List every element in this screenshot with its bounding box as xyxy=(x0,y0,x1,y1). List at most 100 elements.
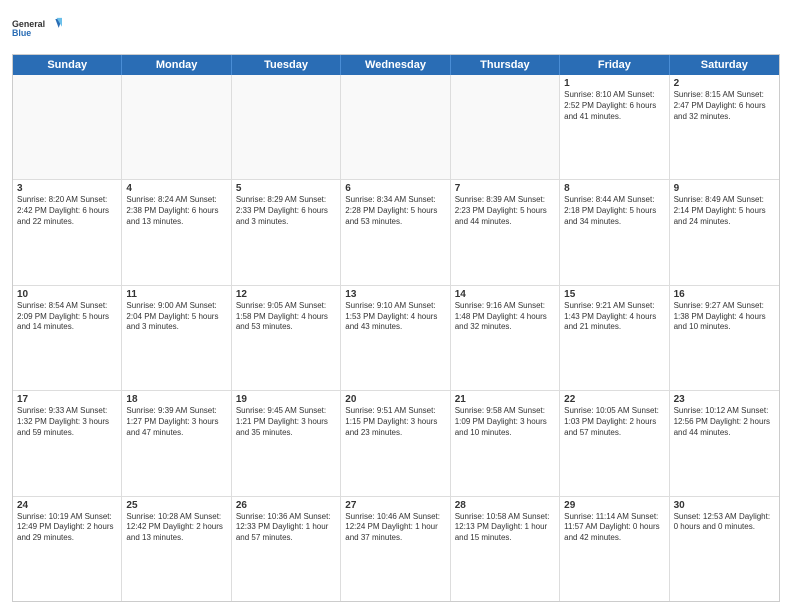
calendar-row-2: 3Sunrise: 8:20 AM Sunset: 2:42 PM Daylig… xyxy=(13,180,779,285)
calendar-cell-2-5: 7Sunrise: 8:39 AM Sunset: 2:23 PM Daylig… xyxy=(451,180,560,284)
calendar-row-1: 1Sunrise: 8:10 AM Sunset: 2:52 PM Daylig… xyxy=(13,75,779,180)
calendar-cell-4-6: 22Sunrise: 10:05 AM Sunset: 1:03 PM Dayl… xyxy=(560,391,669,495)
day-number: 1 xyxy=(564,78,664,89)
day-number: 10 xyxy=(17,289,117,300)
calendar-cell-2-4: 6Sunrise: 8:34 AM Sunset: 2:28 PM Daylig… xyxy=(341,180,450,284)
day-number: 11 xyxy=(126,289,226,300)
calendar-cell-3-1: 10Sunrise: 8:54 AM Sunset: 2:09 PM Dayli… xyxy=(13,286,122,390)
svg-text:General: General xyxy=(12,19,45,29)
day-detail: Sunrise: 10:19 AM Sunset: 12:49 PM Dayli… xyxy=(17,512,117,544)
header-day-monday: Monday xyxy=(122,55,231,75)
calendar-row-5: 24Sunrise: 10:19 AM Sunset: 12:49 PM Day… xyxy=(13,497,779,601)
day-detail: Sunrise: 11:14 AM Sunset: 11:57 AM Dayli… xyxy=(564,512,664,544)
day-detail: Sunrise: 9:51 AM Sunset: 1:15 PM Dayligh… xyxy=(345,406,445,438)
day-detail: Sunrise: 8:44 AM Sunset: 2:18 PM Dayligh… xyxy=(564,195,664,227)
calendar-cell-2-3: 5Sunrise: 8:29 AM Sunset: 2:33 PM Daylig… xyxy=(232,180,341,284)
header-day-sunday: Sunday xyxy=(13,55,122,75)
calendar-cell-3-7: 16Sunrise: 9:27 AM Sunset: 1:38 PM Dayli… xyxy=(670,286,779,390)
day-detail: Sunrise: 8:24 AM Sunset: 2:38 PM Dayligh… xyxy=(126,195,226,227)
calendar-cell-1-4 xyxy=(341,75,450,179)
calendar-cell-3-5: 14Sunrise: 9:16 AM Sunset: 1:48 PM Dayli… xyxy=(451,286,560,390)
calendar-cell-5-1: 24Sunrise: 10:19 AM Sunset: 12:49 PM Day… xyxy=(13,497,122,601)
day-number: 28 xyxy=(455,500,555,511)
calendar-cell-5-2: 25Sunrise: 10:28 AM Sunset: 12:42 PM Day… xyxy=(122,497,231,601)
header-day-tuesday: Tuesday xyxy=(232,55,341,75)
day-detail: Sunrise: 10:46 AM Sunset: 12:24 PM Dayli… xyxy=(345,512,445,544)
day-detail: Sunrise: 8:34 AM Sunset: 2:28 PM Dayligh… xyxy=(345,195,445,227)
day-number: 27 xyxy=(345,500,445,511)
day-number: 26 xyxy=(236,500,336,511)
day-detail: Sunrise: 9:21 AM Sunset: 1:43 PM Dayligh… xyxy=(564,301,664,333)
svg-text:Blue: Blue xyxy=(12,28,31,38)
day-number: 15 xyxy=(564,289,664,300)
day-number: 20 xyxy=(345,394,445,405)
logo: General Blue xyxy=(12,10,62,48)
day-detail: Sunrise: 10:05 AM Sunset: 1:03 PM Daylig… xyxy=(564,406,664,438)
calendar-cell-3-6: 15Sunrise: 9:21 AM Sunset: 1:43 PM Dayli… xyxy=(560,286,669,390)
calendar-cell-5-5: 28Sunrise: 10:58 AM Sunset: 12:13 PM Day… xyxy=(451,497,560,601)
day-detail: Sunrise: 9:10 AM Sunset: 1:53 PM Dayligh… xyxy=(345,301,445,333)
calendar-cell-4-1: 17Sunrise: 9:33 AM Sunset: 1:32 PM Dayli… xyxy=(13,391,122,495)
day-detail: Sunrise: 8:10 AM Sunset: 2:52 PM Dayligh… xyxy=(564,90,664,122)
day-number: 6 xyxy=(345,183,445,194)
calendar-cell-3-2: 11Sunrise: 9:00 AM Sunset: 2:04 PM Dayli… xyxy=(122,286,231,390)
day-number: 17 xyxy=(17,394,117,405)
day-number: 5 xyxy=(236,183,336,194)
calendar-cell-2-7: 9Sunrise: 8:49 AM Sunset: 2:14 PM Daylig… xyxy=(670,180,779,284)
calendar-cell-4-3: 19Sunrise: 9:45 AM Sunset: 1:21 PM Dayli… xyxy=(232,391,341,495)
day-number: 29 xyxy=(564,500,664,511)
header-day-wednesday: Wednesday xyxy=(341,55,450,75)
day-detail: Sunrise: 9:39 AM Sunset: 1:27 PM Dayligh… xyxy=(126,406,226,438)
day-detail: Sunrise: 9:00 AM Sunset: 2:04 PM Dayligh… xyxy=(126,301,226,333)
day-detail: Sunrise: 8:20 AM Sunset: 2:42 PM Dayligh… xyxy=(17,195,117,227)
calendar-row-4: 17Sunrise: 9:33 AM Sunset: 1:32 PM Dayli… xyxy=(13,391,779,496)
calendar-cell-3-3: 12Sunrise: 9:05 AM Sunset: 1:58 PM Dayli… xyxy=(232,286,341,390)
day-number: 24 xyxy=(17,500,117,511)
day-number: 30 xyxy=(674,500,775,511)
calendar-cell-1-5 xyxy=(451,75,560,179)
day-number: 4 xyxy=(126,183,226,194)
day-number: 14 xyxy=(455,289,555,300)
day-number: 7 xyxy=(455,183,555,194)
day-detail: Sunrise: 10:12 AM Sunset: 12:56 PM Dayli… xyxy=(674,406,775,438)
calendar-cell-1-1 xyxy=(13,75,122,179)
day-detail: Sunrise: 8:49 AM Sunset: 2:14 PM Dayligh… xyxy=(674,195,775,227)
calendar-cell-2-6: 8Sunrise: 8:44 AM Sunset: 2:18 PM Daylig… xyxy=(560,180,669,284)
day-detail: Sunrise: 9:33 AM Sunset: 1:32 PM Dayligh… xyxy=(17,406,117,438)
day-detail: Sunrise: 9:27 AM Sunset: 1:38 PM Dayligh… xyxy=(674,301,775,333)
calendar-cell-5-7: 30Sunset: 12:53 AM Daylight: 0 hours and… xyxy=(670,497,779,601)
calendar-header: SundayMondayTuesdayWednesdayThursdayFrid… xyxy=(13,55,779,75)
day-number: 25 xyxy=(126,500,226,511)
header-day-saturday: Saturday xyxy=(670,55,779,75)
calendar-cell-4-4: 20Sunrise: 9:51 AM Sunset: 1:15 PM Dayli… xyxy=(341,391,450,495)
logo-svg: General Blue xyxy=(12,10,62,48)
day-number: 12 xyxy=(236,289,336,300)
calendar-cell-1-6: 1Sunrise: 8:10 AM Sunset: 2:52 PM Daylig… xyxy=(560,75,669,179)
day-detail: Sunrise: 10:58 AM Sunset: 12:13 PM Dayli… xyxy=(455,512,555,544)
calendar-cell-5-4: 27Sunrise: 10:46 AM Sunset: 12:24 PM Day… xyxy=(341,497,450,601)
day-number: 22 xyxy=(564,394,664,405)
calendar-cell-5-6: 29Sunrise: 11:14 AM Sunset: 11:57 AM Day… xyxy=(560,497,669,601)
day-number: 3 xyxy=(17,183,117,194)
day-detail: Sunrise: 9:05 AM Sunset: 1:58 PM Dayligh… xyxy=(236,301,336,333)
day-detail: Sunrise: 10:28 AM Sunset: 12:42 PM Dayli… xyxy=(126,512,226,544)
calendar-cell-1-2 xyxy=(122,75,231,179)
page-header: General Blue xyxy=(12,10,780,48)
day-detail: Sunrise: 10:36 AM Sunset: 12:33 PM Dayli… xyxy=(236,512,336,544)
day-number: 18 xyxy=(126,394,226,405)
day-number: 2 xyxy=(674,78,775,89)
calendar-row-3: 10Sunrise: 8:54 AM Sunset: 2:09 PM Dayli… xyxy=(13,286,779,391)
day-detail: Sunrise: 9:16 AM Sunset: 1:48 PM Dayligh… xyxy=(455,301,555,333)
day-number: 13 xyxy=(345,289,445,300)
day-detail: Sunrise: 8:54 AM Sunset: 2:09 PM Dayligh… xyxy=(17,301,117,333)
day-number: 21 xyxy=(455,394,555,405)
header-day-friday: Friday xyxy=(560,55,669,75)
day-number: 16 xyxy=(674,289,775,300)
day-number: 9 xyxy=(674,183,775,194)
calendar: SundayMondayTuesdayWednesdayThursdayFrid… xyxy=(12,54,780,602)
calendar-cell-3-4: 13Sunrise: 9:10 AM Sunset: 1:53 PM Dayli… xyxy=(341,286,450,390)
header-day-thursday: Thursday xyxy=(451,55,560,75)
calendar-cell-5-3: 26Sunrise: 10:36 AM Sunset: 12:33 PM Day… xyxy=(232,497,341,601)
day-detail: Sunrise: 8:15 AM Sunset: 2:47 PM Dayligh… xyxy=(674,90,775,122)
day-number: 23 xyxy=(674,394,775,405)
